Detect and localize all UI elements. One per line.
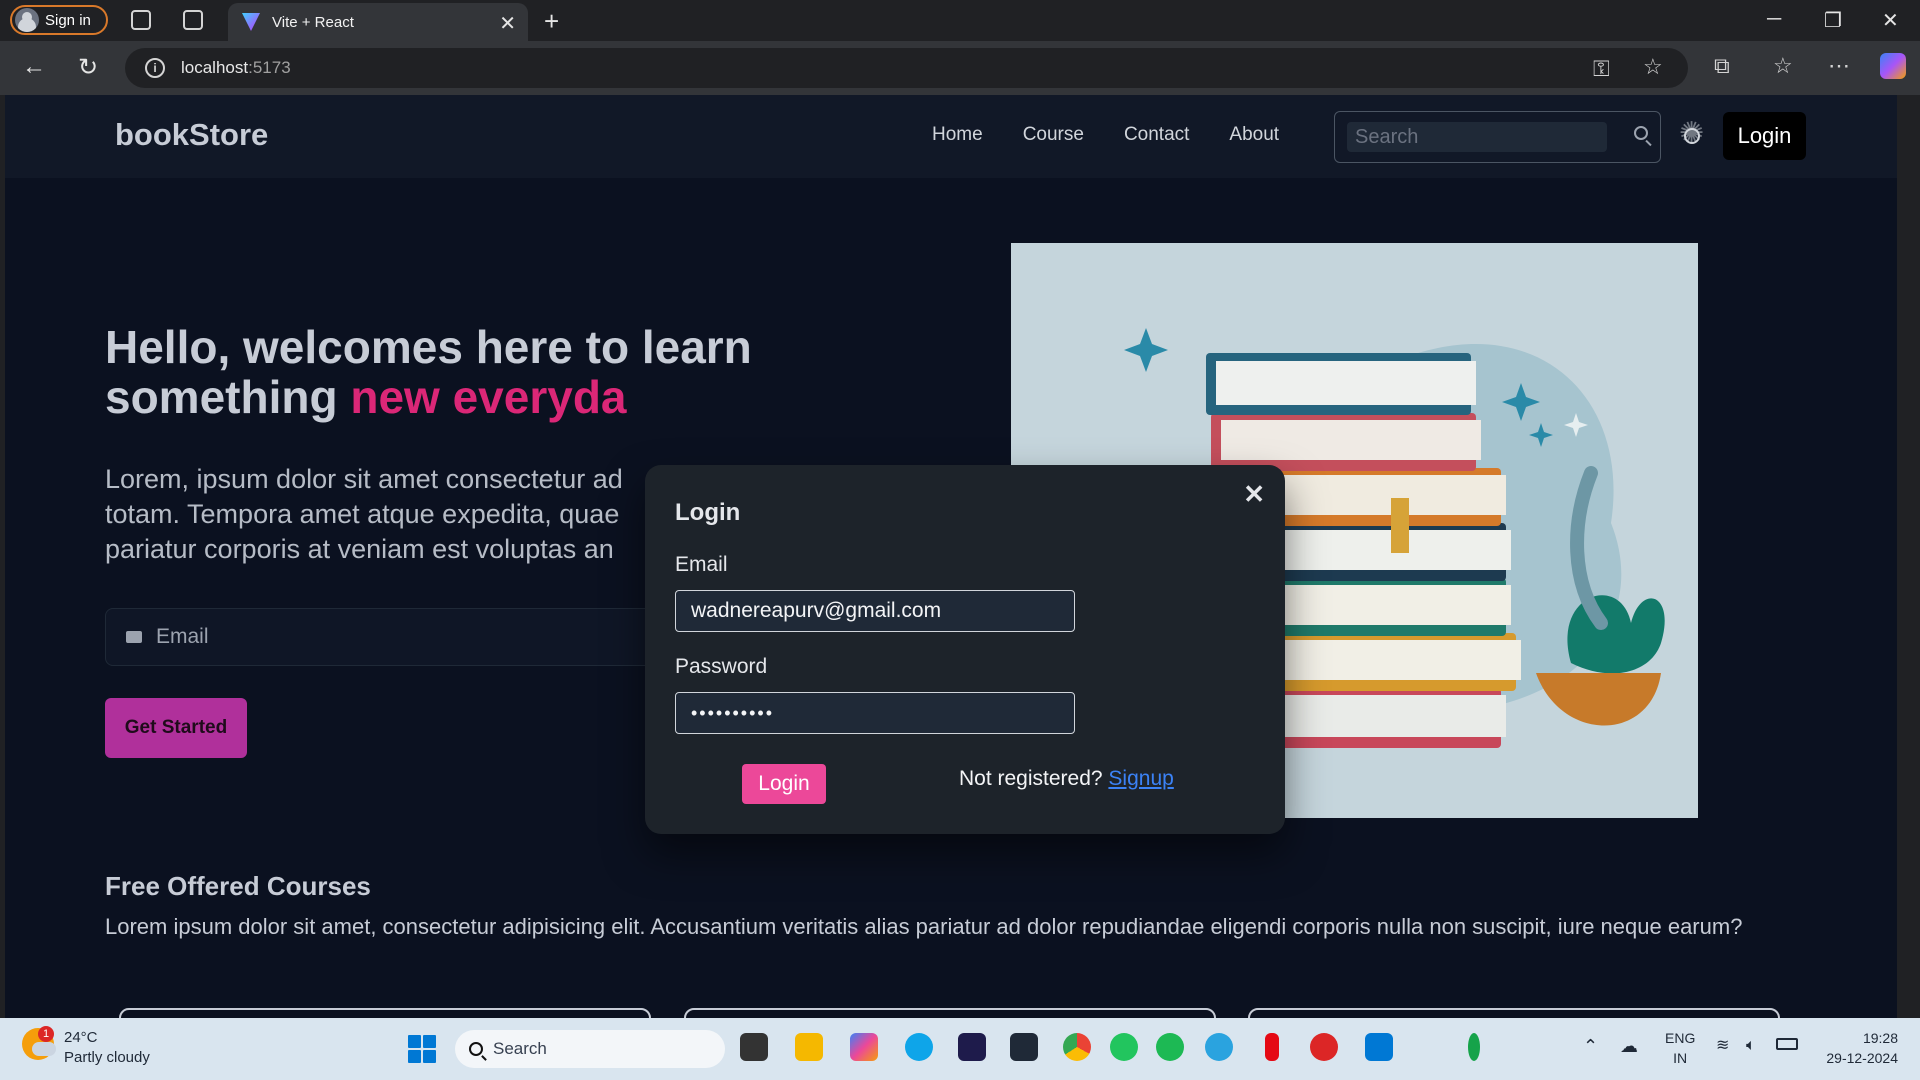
site-info-icon[interactable]: i [145, 58, 165, 78]
tab-vite-react[interactable]: Vite + React ✕ [228, 3, 528, 41]
close-window-icon[interactable]: ✕ [1882, 8, 1899, 33]
sign-in-label: Sign in [45, 11, 91, 29]
extensions-icon[interactable]: ⧉ [1714, 53, 1730, 79]
hero-title: Hello, welcomes here to learn something … [105, 322, 825, 422]
nav-link-contact[interactable]: Contact [1124, 124, 1189, 146]
battery-icon[interactable] [1776, 1038, 1798, 1050]
taskbar-search-label: Search [493, 1039, 547, 1058]
hero-title-line1: Hello, welcomes here to learn [105, 321, 752, 373]
get-started-button[interactable]: Get Started [105, 698, 247, 758]
favorite-star-icon[interactable]: ☆ [1643, 54, 1663, 80]
wifi-icon[interactable]: ≋ [1716, 1036, 1729, 1056]
taskbar-search[interactable]: Search [455, 1030, 725, 1068]
password-field[interactable]: •••••••••• [675, 692, 1075, 734]
search-icon[interactable] [1634, 126, 1648, 140]
telegram-icon[interactable] [1205, 1033, 1233, 1061]
chrome-icon[interactable] [1063, 1033, 1091, 1061]
envelope-icon [126, 631, 142, 643]
nav-link-home[interactable]: Home [932, 124, 983, 146]
vscode-icon[interactable] [1365, 1033, 1393, 1061]
course-card[interactable] [119, 1008, 651, 1018]
clock[interactable]: 19:28 29-12-2024 [1818, 1028, 1898, 1068]
onedrive-icon[interactable]: ☁ [1620, 1036, 1638, 1056]
back-icon[interactable]: ← [22, 53, 46, 81]
netflix-icon[interactable] [1265, 1033, 1279, 1061]
password-label: Password [675, 655, 768, 678]
clock-date: 29-12-2024 [1826, 1050, 1898, 1066]
spotify-icon[interactable] [1156, 1033, 1184, 1061]
file-explorer-icon[interactable] [795, 1033, 823, 1061]
login-submit-button[interactable]: Login [742, 764, 826, 804]
weather-badge: 1 [38, 1026, 54, 1042]
nav-link-course[interactable]: Course [1023, 124, 1084, 146]
url-input[interactable]: i localhost:5173 ⚿ ☆ [125, 48, 1688, 88]
minimize-icon[interactable]: ─ [1767, 8, 1781, 31]
search-icon [469, 1042, 483, 1056]
nav-login-button[interactable]: Login [1723, 112, 1806, 160]
tray-chevron-icon[interactable]: ⌃ [1583, 1036, 1598, 1056]
copilot-icon[interactable] [1880, 53, 1906, 79]
address-bar-row: ← ↻ i localhost:5173 ⚿ ☆ ⧉ ☆ ⋯ [0, 41, 1920, 95]
password-key-icon[interactable]: ⚿ [1593, 56, 1610, 82]
copilot-app-icon[interactable] [850, 1033, 878, 1061]
wps-office-icon[interactable] [1310, 1033, 1338, 1061]
weather-text: 24°C Partly cloudy [64, 1028, 150, 1068]
browser-tab-bar: Sign in Vite + React ✕ + ─ ❐ ✕ [0, 0, 1920, 41]
favorites-icon[interactable]: ☆ [1773, 53, 1793, 79]
close-modal-icon[interactable]: ✕ [1243, 479, 1265, 510]
workspaces-icon[interactable] [131, 10, 151, 30]
theme-toggle-sun-icon[interactable] [1676, 116, 1708, 152]
login-modal: ✕ Login Email wadnereapurv@gmail.com Pas… [645, 465, 1285, 834]
nav-links: Home Course Contact About [932, 124, 1279, 146]
hero-title-line2: something [105, 371, 351, 423]
courses-description: Lorem ipsum dolor sit amet, consectetur … [105, 914, 1743, 939]
profile-sign-in-button[interactable]: Sign in [10, 5, 108, 35]
signup-link[interactable]: Signup [1108, 767, 1173, 790]
search-input[interactable]: Search [1347, 122, 1607, 152]
weather-temp: 24°C [64, 1029, 98, 1046]
nav-link-about[interactable]: About [1229, 124, 1279, 146]
task-view-icon[interactable] [740, 1033, 768, 1061]
lang-bottom: IN [1673, 1050, 1688, 1066]
terminal-icon[interactable] [1010, 1033, 1038, 1061]
clock-time: 19:28 [1862, 1030, 1898, 1046]
site-navbar: bookStore Home Course Contact About Sear… [5, 95, 1897, 178]
lang-top: ENG [1665, 1030, 1696, 1046]
hero-title-highlight: new everyda [350, 371, 627, 423]
register-prompt: Not registered? Signup [959, 767, 1174, 791]
more-menu-icon[interactable]: ⋯ [1828, 53, 1850, 79]
whatsapp-icon[interactable] [1110, 1033, 1138, 1061]
tab-title: Vite + React [272, 13, 354, 31]
brand-logo[interactable]: bookStore [115, 117, 268, 153]
modal-title: Login [675, 499, 741, 526]
refresh-icon[interactable]: ↻ [78, 53, 98, 82]
mongodb-icon[interactable] [1468, 1033, 1480, 1061]
vertical-tabs-icon[interactable] [183, 10, 203, 30]
email-field[interactable]: wadnereapurv@gmail.com [675, 590, 1075, 632]
windows-taskbar: 24°C Partly cloudy 1 Search ⌃ ☁ ENG IN ≋… [0, 1018, 1920, 1080]
weather-desc: Partly cloudy [64, 1049, 150, 1066]
courses-title: Free Offered Courses [105, 871, 371, 901]
intellij-icon[interactable] [958, 1033, 986, 1061]
vite-logo-icon [242, 13, 260, 31]
url-host: localhost [181, 58, 249, 77]
course-card[interactable] [684, 1008, 1216, 1018]
windows-start-icon[interactable] [408, 1035, 436, 1063]
language-indicator[interactable]: ENG IN [1665, 1028, 1695, 1068]
site-search: Search [1334, 111, 1661, 163]
register-prompt-text: Not registered? [959, 767, 1103, 790]
email-label: Email [675, 553, 728, 576]
email-placeholder: Email [156, 625, 209, 648]
close-tab-icon[interactable]: ✕ [499, 11, 516, 36]
restore-icon[interactable]: ❐ [1824, 8, 1842, 33]
avatar [15, 8, 39, 32]
volume-icon[interactable]: 🔈︎ [1746, 1036, 1756, 1056]
web-page: bookStore Home Course Contact About Sear… [5, 95, 1897, 1018]
new-tab-icon[interactable]: + [544, 6, 559, 37]
course-card[interactable] [1248, 1008, 1780, 1018]
url-port: :5173 [248, 58, 291, 77]
edge-icon[interactable] [905, 1033, 933, 1061]
